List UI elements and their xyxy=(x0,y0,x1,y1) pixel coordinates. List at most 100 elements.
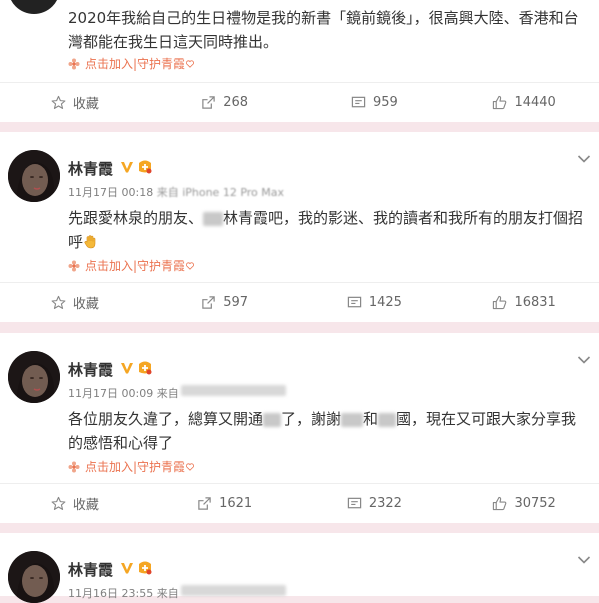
post-meta: 11月16日 23:55 来自 xyxy=(68,585,286,601)
post-card-3: 林青霞 11月17日 00:09 来自 各位朋友久違了，總算又開通 了，謝謝和國，… xyxy=(0,333,599,523)
repost-count: 1621 xyxy=(219,495,253,511)
repost-count: 597 xyxy=(223,294,249,310)
post-text: 各位朋友久違了，總算又開通 了，謝謝和國，現在又可跟大家分享我的感悟和心得了 xyxy=(68,407,588,455)
avatar-image xyxy=(8,150,60,202)
verified-v-icon xyxy=(121,362,133,373)
chevron-down-icon[interactable] xyxy=(577,154,591,164)
flower-icon xyxy=(68,58,80,69)
post-text: 先跟愛林泉的朋友、 林青霞吧，我的影迷、我的讀者和我所有的朋友打個招呼 xyxy=(68,206,588,254)
post-time[interactable]: 11月16日 23:55 xyxy=(68,585,153,601)
fan-group-link[interactable]: 点击加入|守护青霞 xyxy=(68,458,199,475)
action-bar: 收藏 268 959 14440 xyxy=(0,82,599,122)
hand-wave-icon xyxy=(84,235,96,249)
post-card-1: 2020年我給自己的生日禮物是我的新書「鏡前鏡後」，很高興大陸、香港和台灣都能在… xyxy=(0,0,599,122)
post-text-part: 了，謝謝 xyxy=(281,410,342,428)
star-icon xyxy=(51,95,66,109)
comment-icon xyxy=(351,96,366,107)
star-icon xyxy=(51,496,66,510)
comment-count: 1425 xyxy=(368,294,402,310)
comment-button[interactable]: 2322 xyxy=(300,483,450,523)
heart-icon xyxy=(186,462,195,471)
favorite-label: 收藏 xyxy=(72,497,99,513)
post-time[interactable]: 11月17日 00:09 xyxy=(68,385,153,401)
redacted-source xyxy=(180,585,286,596)
star-icon xyxy=(51,295,66,309)
favorite-label: 收藏 xyxy=(72,296,99,312)
comment-count: 2322 xyxy=(368,495,402,511)
like-icon xyxy=(493,95,507,109)
user-badges xyxy=(120,159,153,174)
flower-icon xyxy=(68,461,80,472)
fan-badge-icon[interactable] xyxy=(137,360,153,375)
favorite-button[interactable]: 收藏 xyxy=(0,483,150,523)
comment-button[interactable]: 1425 xyxy=(300,282,450,322)
redacted-text xyxy=(263,412,282,427)
avatar[interactable] xyxy=(8,150,60,202)
action-bar: 收藏 597 1425 16831 xyxy=(0,282,599,322)
like-button[interactable]: 30752 xyxy=(449,483,599,523)
comment-button[interactable]: 959 xyxy=(300,82,450,122)
avatar-image xyxy=(8,351,60,403)
post-meta: 11月17日 00:18 来自 iPhone 12 Pro Max xyxy=(68,184,284,200)
post-text-part: 先跟愛林泉的朋友、 xyxy=(68,209,204,227)
repost-button[interactable]: 1621 xyxy=(150,483,300,523)
repost-count: 268 xyxy=(223,94,249,110)
heart-icon xyxy=(186,261,195,270)
like-button[interactable]: 16831 xyxy=(449,282,599,322)
redacted-source xyxy=(180,385,286,396)
like-icon xyxy=(493,295,507,309)
fan-label: 点击加入|守护青霞 xyxy=(85,460,186,474)
comment-icon xyxy=(347,296,362,307)
post-card-4: 林青霞 11月16日 23:55 来自 xyxy=(0,533,599,603)
post-text-part: 和 xyxy=(363,410,379,428)
like-count: 16831 xyxy=(514,294,556,310)
user-badges xyxy=(120,360,153,375)
username[interactable]: 林青霞 xyxy=(68,559,113,580)
repost-icon xyxy=(198,496,211,510)
favorite-label: 收藏 xyxy=(72,96,99,112)
avatar[interactable] xyxy=(8,351,60,403)
avatar[interactable] xyxy=(8,551,60,603)
fan-badge-icon[interactable] xyxy=(137,560,153,575)
user-badges xyxy=(120,560,153,575)
post-time[interactable]: 11月17日 00:18 xyxy=(68,184,153,200)
username[interactable]: 林青霞 xyxy=(68,359,113,380)
flower-icon xyxy=(68,260,80,271)
avatar-image xyxy=(8,551,60,603)
repost-icon xyxy=(202,95,215,109)
like-count: 30752 xyxy=(514,495,556,511)
redacted-text xyxy=(203,211,224,226)
heart-icon xyxy=(186,59,195,68)
repost-button[interactable]: 268 xyxy=(150,82,300,122)
chevron-down-icon[interactable] xyxy=(577,355,591,365)
fan-group-link[interactable]: 点击加入|守护青霞 xyxy=(68,55,199,72)
post-card-2: 林青霞 11月17日 00:18 来自 iPhone 12 Pro Max 先跟… xyxy=(0,132,599,322)
fan-group-link[interactable]: 点击加入|守护青霞 xyxy=(68,257,199,274)
verified-v-icon xyxy=(121,562,133,573)
repost-button[interactable]: 597 xyxy=(150,282,300,322)
chevron-down-icon[interactable] xyxy=(577,555,591,565)
like-button[interactable]: 14440 xyxy=(449,82,599,122)
post-meta: 11月17日 00:09 来自 xyxy=(68,385,286,401)
like-count: 14440 xyxy=(514,94,556,110)
redacted-text xyxy=(378,412,397,427)
comment-icon xyxy=(347,497,362,508)
post-text-part: 各位朋友久違了，總算又開通 xyxy=(68,410,264,428)
post-source: 来自 iPhone 12 Pro Max xyxy=(156,186,285,199)
favorite-button[interactable]: 收藏 xyxy=(0,282,150,322)
post-text: 2020年我給自己的生日禮物是我的新書「鏡前鏡後」，很高興大陸、香港和台灣都能在… xyxy=(68,9,579,51)
favorite-button[interactable]: 收藏 xyxy=(0,82,150,122)
redacted-text xyxy=(341,412,364,427)
fan-label: 点击加入|守护青霞 xyxy=(85,259,186,273)
fan-badge-icon[interactable] xyxy=(137,159,153,174)
action-bar: 收藏 1621 2322 30752 xyxy=(0,483,599,523)
repost-icon xyxy=(202,295,215,309)
avatar[interactable] xyxy=(8,0,60,14)
fan-label: 点击加入|守护青霞 xyxy=(85,57,186,71)
username[interactable]: 林青霞 xyxy=(68,158,113,179)
post-source: 来自 xyxy=(156,587,179,600)
post-source: 来自 xyxy=(156,387,179,400)
like-icon xyxy=(493,496,507,510)
comment-count: 959 xyxy=(372,94,398,110)
verified-v-icon xyxy=(121,161,133,172)
